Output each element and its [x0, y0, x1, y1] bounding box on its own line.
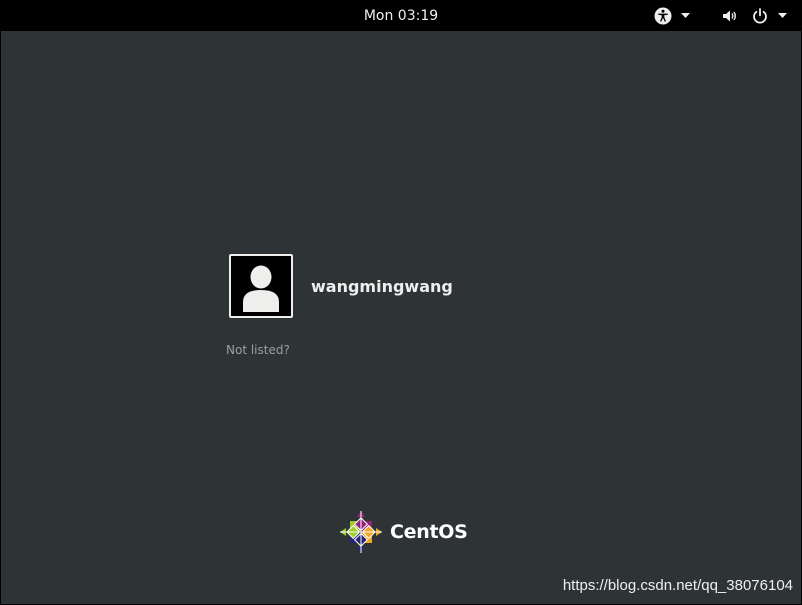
power-icon [753, 8, 767, 24]
login-screen: Mon 03:19 wangmingwang Not listed? CentO… [1, 1, 801, 604]
brand-name: CentOS [390, 521, 468, 543]
centos-logo [340, 511, 382, 553]
chevron-down-icon [681, 13, 690, 18]
chevron-down-icon [778, 13, 787, 18]
volume-icon [723, 10, 736, 22]
watermark-text: https://blog.csdn.net/qq_38076104 [562, 577, 793, 594]
accessibility-menu[interactable] [654, 7, 690, 25]
accessibility-icon [654, 7, 672, 25]
system-menu[interactable] [721, 7, 787, 25]
username-label: wangmingwang [311, 276, 453, 296]
user-silhouette-icon [243, 265, 279, 312]
user-list-item[interactable]: wangmingwang [229, 254, 453, 318]
top-bar: Mon 03:19 [1, 1, 801, 31]
centos-branding: CentOS [339, 510, 468, 554]
avatar [229, 254, 293, 318]
not-listed-link[interactable]: Not listed? [226, 343, 290, 357]
